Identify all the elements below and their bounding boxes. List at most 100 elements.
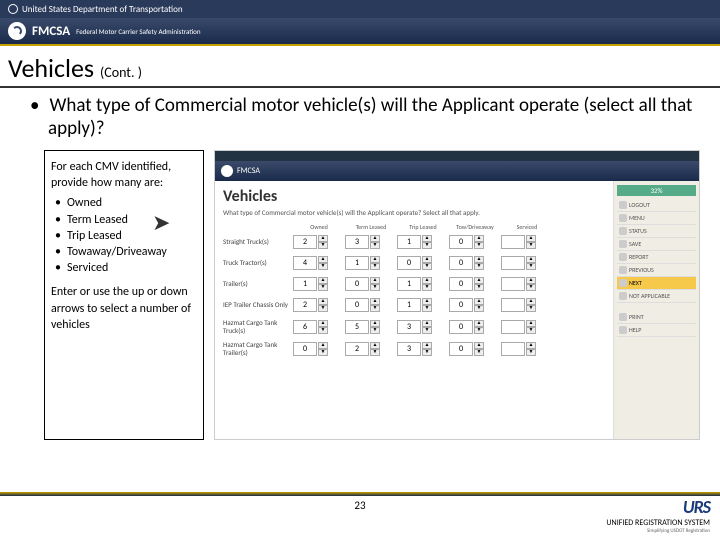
vehicle-count-input[interactable]: 2 — [293, 298, 317, 312]
chevron-up-icon[interactable]: ▲ — [318, 298, 328, 305]
spinner-cell[interactable]: 3▲▼ — [397, 320, 449, 334]
chevron-down-icon[interactable]: ▼ — [370, 242, 380, 249]
spinner-buttons[interactable]: ▲▼ — [422, 277, 432, 291]
chevron-down-icon[interactable]: ▼ — [370, 284, 380, 291]
spinner-cell[interactable]: 0▲▼ — [345, 277, 397, 291]
chevron-up-icon[interactable]: ▲ — [422, 342, 432, 349]
chevron-up-icon[interactable]: ▲ — [526, 298, 536, 305]
vehicle-count-input[interactable]: 0 — [345, 298, 369, 312]
chevron-up-icon[interactable]: ▲ — [370, 342, 380, 349]
chevron-down-icon[interactable]: ▼ — [526, 305, 536, 312]
vehicle-count-input[interactable]: 5 — [345, 320, 369, 334]
vehicle-count-input[interactable]: 2 — [293, 235, 317, 249]
chevron-down-icon[interactable]: ▼ — [474, 284, 484, 291]
spinner-cell[interactable]: 0▲▼ — [449, 298, 501, 312]
spinner-buttons[interactable]: ▲▼ — [370, 342, 380, 356]
vehicle-count-input[interactable] — [501, 277, 525, 291]
chevron-up-icon[interactable]: ▲ — [370, 320, 380, 327]
spinner-cell[interactable]: 1▲▼ — [345, 256, 397, 270]
spinner-cell[interactable]: ▲▼ — [501, 256, 553, 270]
chevron-down-icon[interactable]: ▼ — [474, 305, 484, 312]
chevron-down-icon[interactable]: ▼ — [474, 349, 484, 356]
chevron-down-icon[interactable]: ▼ — [370, 327, 380, 334]
chevron-up-icon[interactable]: ▲ — [318, 320, 328, 327]
spinner-buttons[interactable]: ▲▼ — [370, 298, 380, 312]
vehicle-count-input[interactable]: 3 — [397, 342, 421, 356]
vehicle-count-input[interactable]: 4 — [293, 256, 317, 270]
vehicle-count-input[interactable]: 1 — [397, 277, 421, 291]
vehicle-count-input[interactable] — [501, 342, 525, 356]
chevron-down-icon[interactable]: ▼ — [318, 327, 328, 334]
spinner-buttons[interactable]: ▲▼ — [370, 277, 380, 291]
chevron-up-icon[interactable]: ▲ — [318, 235, 328, 242]
spinner-cell[interactable]: 0▲▼ — [449, 235, 501, 249]
spinner-cell[interactable]: ▲▼ — [501, 298, 553, 312]
sidebar-item[interactable]: PREVIOUS — [617, 264, 696, 277]
spinner-cell[interactable]: 5▲▼ — [345, 320, 397, 334]
chevron-down-icon[interactable]: ▼ — [526, 242, 536, 249]
vehicle-count-input[interactable]: 0 — [345, 277, 369, 291]
chevron-up-icon[interactable]: ▲ — [318, 256, 328, 263]
chevron-down-icon[interactable]: ▼ — [370, 349, 380, 356]
chevron-up-icon[interactable]: ▲ — [422, 256, 432, 263]
chevron-up-icon[interactable]: ▲ — [370, 277, 380, 284]
vehicle-count-input[interactable]: 1 — [397, 235, 421, 249]
spinner-buttons[interactable]: ▲▼ — [370, 256, 380, 270]
spinner-buttons[interactable]: ▲▼ — [318, 256, 328, 270]
spinner-buttons[interactable]: ▲▼ — [318, 235, 328, 249]
spinner-buttons[interactable]: ▲▼ — [526, 235, 536, 249]
chevron-up-icon[interactable]: ▲ — [474, 235, 484, 242]
chevron-up-icon[interactable]: ▲ — [422, 235, 432, 242]
chevron-up-icon[interactable]: ▲ — [526, 235, 536, 242]
spinner-cell[interactable]: 2▲▼ — [293, 298, 345, 312]
spinner-cell[interactable]: 3▲▼ — [345, 235, 397, 249]
spinner-cell[interactable]: 1▲▼ — [397, 298, 449, 312]
spinner-buttons[interactable]: ▲▼ — [526, 298, 536, 312]
vehicle-count-input[interactable]: 0 — [449, 342, 473, 356]
spinner-buttons[interactable]: ▲▼ — [318, 342, 328, 356]
vehicle-count-input[interactable] — [501, 298, 525, 312]
spinner-cell[interactable]: 2▲▼ — [345, 342, 397, 356]
spinner-cell[interactable]: 0▲▼ — [449, 320, 501, 334]
chevron-down-icon[interactable]: ▼ — [318, 242, 328, 249]
spinner-buttons[interactable]: ▲▼ — [474, 256, 484, 270]
chevron-down-icon[interactable]: ▼ — [526, 263, 536, 270]
chevron-down-icon[interactable]: ▼ — [370, 305, 380, 312]
chevron-down-icon[interactable]: ▼ — [474, 327, 484, 334]
spinner-buttons[interactable]: ▲▼ — [474, 320, 484, 334]
spinner-cell[interactable]: ▲▼ — [501, 320, 553, 334]
spinner-buttons[interactable]: ▲▼ — [526, 277, 536, 291]
spinner-buttons[interactable]: ▲▼ — [474, 298, 484, 312]
chevron-up-icon[interactable]: ▲ — [474, 256, 484, 263]
chevron-up-icon[interactable]: ▲ — [422, 298, 432, 305]
spinner-cell[interactable]: 0▲▼ — [449, 256, 501, 270]
spinner-buttons[interactable]: ▲▼ — [422, 320, 432, 334]
vehicle-count-input[interactable]: 0 — [449, 256, 473, 270]
vehicle-count-input[interactable]: 0 — [449, 298, 473, 312]
chevron-up-icon[interactable]: ▲ — [370, 298, 380, 305]
sidebar-item[interactable]: HELP — [617, 324, 696, 337]
chevron-up-icon[interactable]: ▲ — [526, 320, 536, 327]
vehicle-count-input[interactable]: 0 — [449, 277, 473, 291]
chevron-up-icon[interactable]: ▲ — [474, 320, 484, 327]
spinner-cell[interactable]: ▲▼ — [501, 235, 553, 249]
chevron-up-icon[interactable]: ▲ — [318, 342, 328, 349]
spinner-cell[interactable]: 0▲▼ — [449, 277, 501, 291]
sidebar-item[interactable]: PRINT — [617, 311, 696, 324]
sidebar-item[interactable]: MENU — [617, 212, 696, 225]
chevron-down-icon[interactable]: ▼ — [318, 263, 328, 270]
sidebar-item[interactable]: NEXT — [617, 277, 696, 290]
spinner-cell[interactable]: 1▲▼ — [397, 235, 449, 249]
chevron-up-icon[interactable]: ▲ — [474, 277, 484, 284]
spinner-buttons[interactable]: ▲▼ — [526, 256, 536, 270]
chevron-down-icon[interactable]: ▼ — [526, 327, 536, 334]
chevron-down-icon[interactable]: ▼ — [318, 305, 328, 312]
spinner-buttons[interactable]: ▲▼ — [526, 320, 536, 334]
vehicle-count-input[interactable]: 0 — [449, 235, 473, 249]
chevron-down-icon[interactable]: ▼ — [474, 242, 484, 249]
vehicle-count-input[interactable]: 0 — [449, 320, 473, 334]
spinner-buttons[interactable]: ▲▼ — [422, 298, 432, 312]
chevron-down-icon[interactable]: ▼ — [474, 263, 484, 270]
chevron-down-icon[interactable]: ▼ — [318, 349, 328, 356]
spinner-cell[interactable]: 6▲▼ — [293, 320, 345, 334]
